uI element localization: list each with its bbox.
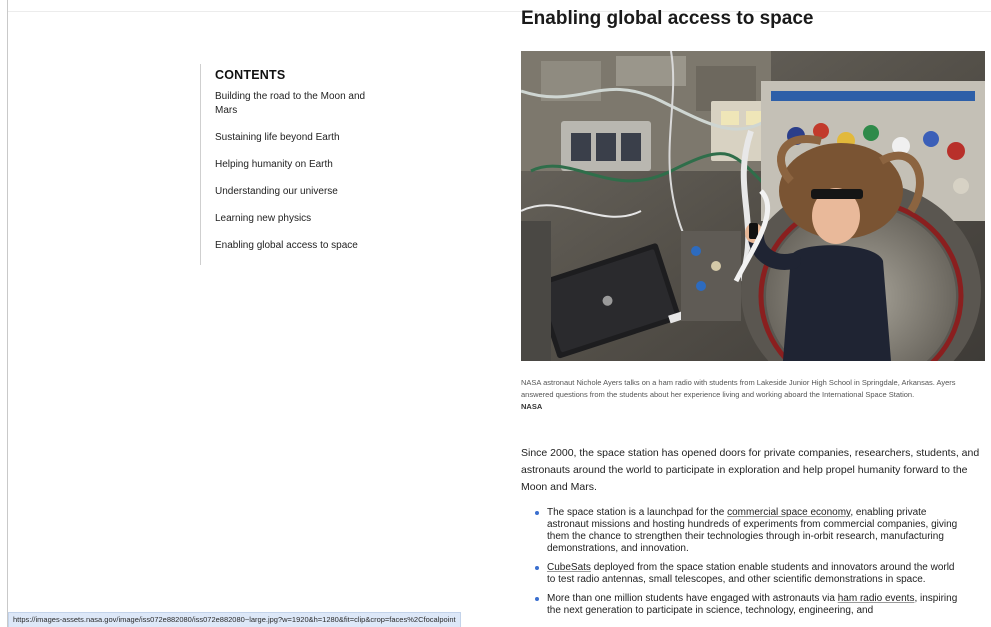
photo-illustration [521,51,985,361]
table-of-contents: CONTENTS Building the road to the Moon a… [200,64,400,265]
cubesats-link[interactable]: CubeSats [547,562,591,573]
bullet-text: deployed from the space station enable s… [547,562,955,585]
toc-item-sustaining-life[interactable]: Sustaining life beyond Earth [215,131,385,145]
toc-item-understanding-universe[interactable]: Understanding our universe [215,185,385,199]
link-status-bar: https://images-assets.nasa.gov/image/iss… [8,612,461,627]
toc-item-new-physics[interactable]: Learning new physics [215,212,385,226]
toc-item-global-access[interactable]: Enabling global access to space [215,239,385,253]
toc-heading: CONTENTS [215,68,286,82]
commercial-space-economy-link[interactable]: commercial space economy [727,507,850,518]
ham-radio-events-link[interactable]: ham radio events [838,593,915,604]
caption-text: NASA astronaut Nichole Ayers talks on a … [521,378,956,399]
bullet-text: The space station is a launchpad for the [547,507,728,518]
list-item: More than one million students have enga… [535,593,965,617]
toc-item-moon-and-mars[interactable]: Building the road to the Moon and Mars [215,90,385,118]
photo-caption: NASA astronaut Nichole Ayers talks on a … [521,377,985,413]
bullet-text: More than one million students have enga… [547,593,838,604]
toc-item-helping-humanity[interactable]: Helping humanity on Earth [215,158,385,172]
list-item: CubeSats deployed from the space station… [535,562,965,586]
astronaut-ham-radio-photo[interactable] [521,51,985,361]
list-item: The space station is a launchpad for the… [535,507,965,555]
intro-paragraph: Since 2000, the space station has opened… [521,447,980,493]
caption-credit: NASA [521,402,543,411]
page: CONTENTS Building the road to the Moon a… [0,0,991,627]
bullet-list: The space station is a launchpad for the… [535,507,965,624]
section-title: Enabling global access to space [521,8,814,29]
window-left-border [7,0,8,627]
toc-list: Building the road to the Moon and Mars S… [215,90,400,253]
